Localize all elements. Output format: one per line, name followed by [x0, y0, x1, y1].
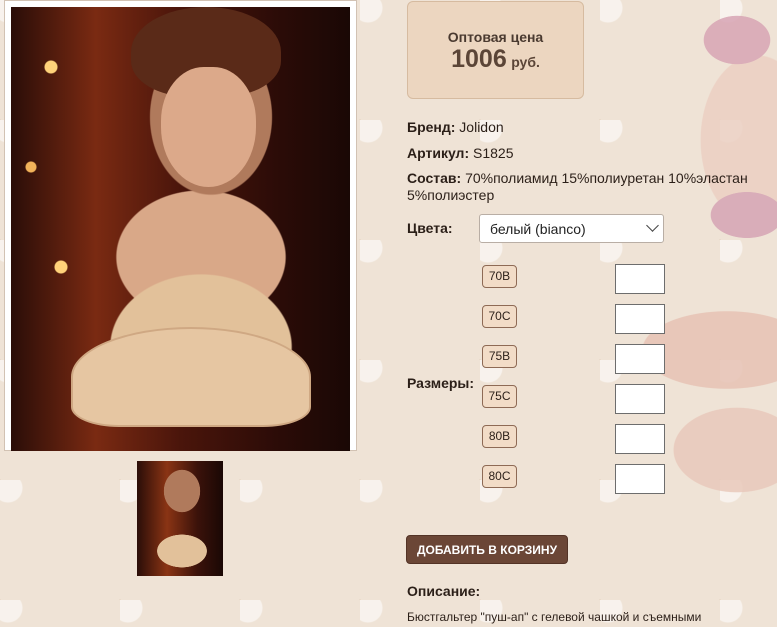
product-main-image[interactable] [4, 0, 357, 451]
quantity-input-75c[interactable] [615, 384, 665, 414]
price-number: 1006 [451, 45, 507, 73]
size-chip-75b[interactable]: 75B [482, 345, 517, 368]
product-thumbnail[interactable] [137, 461, 223, 576]
brand-value: Jolidon [459, 119, 504, 135]
sizes-label: Размеры: [407, 375, 475, 391]
description-text: Бюстгальтер "пуш-ап" с гелевой чашкой и … [407, 610, 702, 627]
size-chip-80b[interactable]: 80B [482, 425, 517, 448]
photo-face [161, 67, 256, 187]
size-chip-80c[interactable]: 80C [482, 465, 517, 488]
photo-bra [71, 327, 311, 427]
price-label: Оптовая цена [447, 29, 544, 45]
quantity-input-70c[interactable] [615, 304, 665, 334]
color-select[interactable]: белый (bianco) [479, 214, 664, 243]
article-label: Артикул: [407, 145, 470, 161]
size-chip-70b[interactable]: 70B [482, 265, 517, 288]
article-row: Артикул: S1825 [407, 145, 513, 162]
quantity-input-80c[interactable] [615, 464, 665, 494]
quantity-input-70b[interactable] [615, 264, 665, 294]
description-title: Описание: [407, 583, 481, 599]
article-value: S1825 [473, 145, 514, 161]
price-currency: руб. [511, 54, 540, 70]
size-chip-70c[interactable]: 70C [482, 305, 517, 328]
product-photo [11, 7, 350, 451]
quantity-input-75b[interactable] [615, 344, 665, 374]
price-box: Оптовая цена 1006 руб. [407, 1, 584, 99]
size-chip-75c[interactable]: 75C [482, 385, 517, 408]
chevron-down-icon [646, 219, 659, 232]
colors-label: Цвета: [407, 220, 453, 236]
add-to-cart-button[interactable]: ДОБАВИТЬ В КОРЗИНУ [406, 535, 568, 564]
quantity-input-80b[interactable] [615, 424, 665, 454]
composition-label: Состав: [407, 170, 462, 186]
price-value: 1006 руб. [408, 45, 583, 74]
brand-row: Бренд: Jolidon [407, 119, 504, 136]
color-select-value: белый (bianco) [490, 221, 586, 237]
brand-label: Бренд: [407, 119, 456, 135]
composition-row: Состав: 70%полиамид 15%полиуретан 10%эла… [407, 170, 757, 204]
